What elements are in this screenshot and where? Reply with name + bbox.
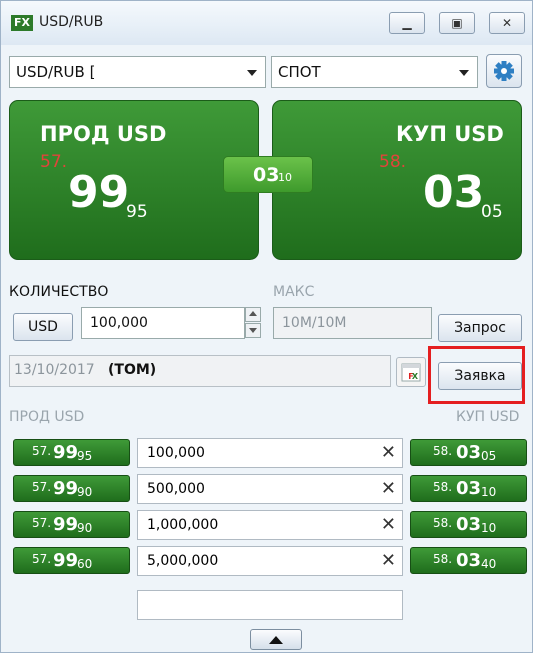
value-date-tenor: (TOM) — [108, 362, 157, 378]
buy-main: 03 — [456, 478, 482, 499]
chevron-down-icon — [247, 70, 257, 76]
sell-sub: 90 — [77, 521, 93, 535]
clear-icon[interactable]: ✕ — [381, 514, 396, 535]
chevron-up-icon — [269, 636, 283, 644]
ladder-sell-button[interactable]: 57. 99 90 — [13, 475, 130, 502]
max-label: МАКС — [273, 284, 315, 300]
sell-usd-button[interactable]: ПРОД USD 57. 99 95 — [9, 100, 259, 260]
fx-window: FX USD/RUB ▁ ▣ ✕ USD/RUB [ СПОТ ПРОД USD… — [0, 0, 533, 653]
buy-prefix: 58. — [433, 480, 453, 494]
sell-main: 99 — [53, 550, 79, 571]
minimize-button[interactable]: ▁ — [389, 12, 425, 34]
sell-main: 99 — [53, 478, 79, 499]
stepper-down-icon[interactable] — [245, 323, 261, 338]
ladder-sell-button[interactable]: 57. 99 60 — [13, 547, 130, 574]
ladder-quantity-input[interactable]: 1,000,000 ✕ — [137, 510, 403, 540]
buy-sub: 05 — [481, 449, 497, 463]
buy-price-sub: 05 — [481, 202, 503, 222]
ladder-quantity-input[interactable]: 100,000 ✕ — [137, 438, 403, 468]
sell-price-prefix: 57. — [40, 152, 68, 172]
ladder-sell-header: ПРОД USD — [9, 409, 85, 425]
maximize-icon: ▣ — [451, 16, 463, 30]
instrument-select-value: USD/RUB [ — [16, 63, 96, 81]
ladder-sell-button[interactable]: 57. 99 95 — [13, 439, 130, 466]
value-date-field[interactable]: 13/10/2017 (TOM) — [9, 355, 391, 387]
sell-sub: 90 — [77, 485, 93, 499]
quantity-label: КОЛИЧЕСТВО — [9, 284, 109, 300]
sell-sub: 60 — [77, 557, 93, 571]
svg-text:X: X — [412, 372, 419, 381]
buy-prefix: 58. — [433, 444, 453, 458]
buy-main: 03 — [456, 514, 482, 535]
window-title: USD/RUB — [39, 14, 104, 30]
buy-price-main: 03 — [423, 167, 485, 218]
fx-calendar-icon: F X — [401, 363, 421, 382]
buy-main: 03 — [456, 550, 482, 571]
ladder-buy-button[interactable]: 58. 03 05 — [410, 439, 527, 466]
spread-sub: 10 — [278, 171, 292, 184]
ladder-quantity-value: 100,000 — [147, 445, 205, 461]
maximize-button[interactable]: ▣ — [439, 12, 475, 34]
max-field: 10M/10M — [273, 307, 432, 339]
buy-prefix: 58. — [433, 516, 453, 530]
sell-prefix: 57. — [32, 480, 52, 494]
ladder-quantity-value: 500,000 — [147, 481, 205, 497]
ladder-buy-button[interactable]: 58. 03 40 — [410, 547, 527, 574]
close-icon: ✕ — [501, 16, 513, 30]
sell-price-sub: 95 — [126, 202, 148, 222]
clear-icon[interactable]: ✕ — [381, 442, 396, 463]
currency-button[interactable]: USD — [13, 313, 73, 341]
spread-main: 03 — [253, 164, 280, 186]
chevron-down-icon — [459, 70, 469, 76]
sell-prefix: 57. — [32, 516, 52, 530]
sell-prefix: 57. — [32, 552, 52, 566]
clear-icon[interactable]: ✕ — [381, 550, 396, 571]
instrument-select[interactable]: USD/RUB [ — [9, 56, 266, 88]
sell-main: 99 — [53, 514, 79, 535]
clear-icon[interactable]: ✕ — [381, 478, 396, 499]
value-date: 13/10/2017 — [14, 362, 95, 378]
sell-price-main: 99 — [68, 167, 130, 218]
buy-sub: 10 — [481, 485, 497, 499]
buy-prefix: 58. — [433, 552, 453, 566]
sell-prefix: 57. — [32, 444, 52, 458]
request-button[interactable]: Запрос — [438, 314, 522, 342]
order-button-highlight — [428, 346, 525, 404]
close-button[interactable]: ✕ — [489, 12, 525, 34]
ladder-quantity-value: 5,000,000 — [147, 553, 219, 569]
minimize-icon: ▁ — [402, 16, 412, 30]
ladder-buy-button[interactable]: 58. 03 10 — [410, 511, 527, 538]
gear-icon — [494, 61, 514, 81]
buy-main: 03 — [456, 442, 482, 463]
buy-label: КУП USD — [396, 122, 504, 146]
max-value: 10M/10M — [282, 315, 347, 331]
ladder-quantity-value: 1,000,000 — [147, 517, 219, 533]
deal-type-select-value: СПОТ — [278, 63, 321, 81]
buy-sub: 40 — [481, 557, 497, 571]
ladder-buy-button[interactable]: 58. 03 10 — [410, 475, 527, 502]
ladder-quantity-input[interactable]: 5,000,000 ✕ — [137, 546, 403, 576]
title-bar: FX USD/RUB ▁ ▣ ✕ — [1, 1, 532, 45]
calendar-button[interactable]: F X — [396, 357, 426, 387]
sell-sub: 95 — [77, 449, 93, 463]
quantity-stepper[interactable] — [245, 307, 261, 339]
fx-logo-icon: FX — [11, 15, 33, 31]
quantity-input[interactable]: 100,000 — [81, 307, 245, 339]
spread-indicator: 03 10 — [223, 156, 313, 193]
quantity-input-value: 100,000 — [90, 315, 148, 331]
ladder-quantity-input[interactable]: 500,000 ✕ — [137, 474, 403, 504]
stepper-up-icon[interactable] — [245, 307, 261, 322]
ladder-buy-header: КУП USD — [456, 409, 520, 425]
settings-button[interactable] — [486, 54, 522, 88]
buy-price-prefix: 58. — [379, 152, 407, 172]
deal-type-select[interactable]: СПОТ — [271, 56, 478, 88]
sell-main: 99 — [53, 442, 79, 463]
collapse-button[interactable] — [250, 629, 302, 650]
sell-label: ПРОД USD — [40, 122, 167, 146]
ladder-sell-button[interactable]: 57. 99 90 — [13, 511, 130, 538]
ladder-quantity-input-empty[interactable] — [137, 590, 403, 620]
buy-sub: 10 — [481, 521, 497, 535]
